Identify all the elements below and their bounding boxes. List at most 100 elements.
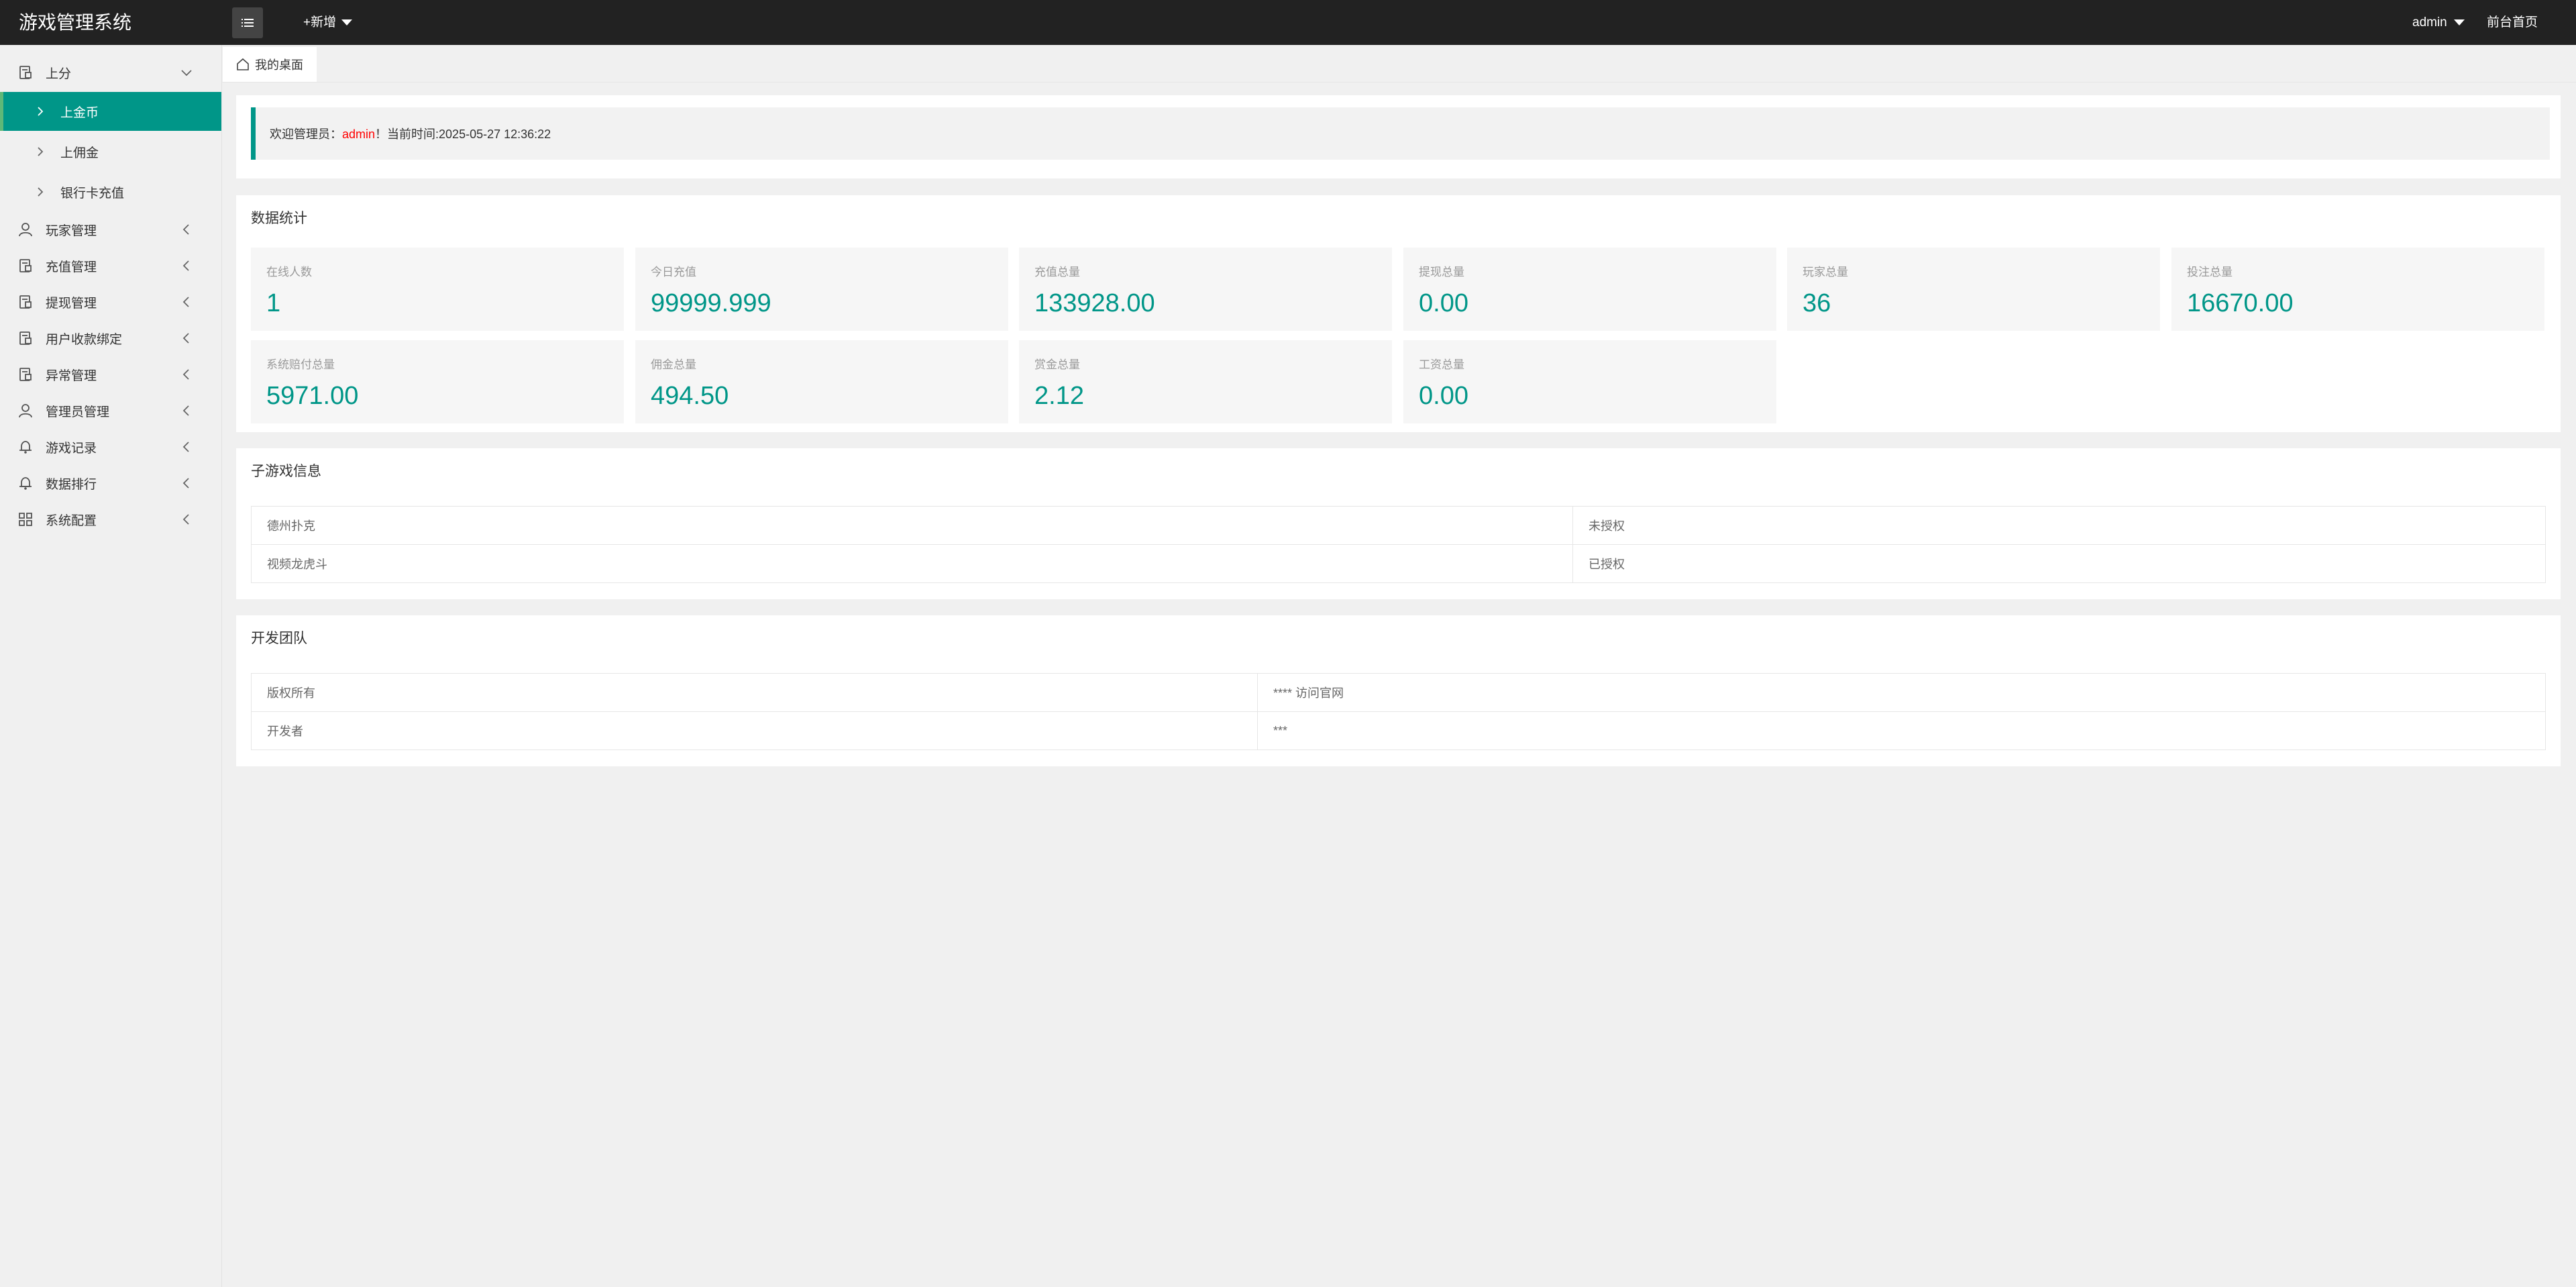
stats-card: 数据统计 在线人数 1 今日充值 99999.999 充值总量 133928.0… (236, 195, 2561, 432)
stat-total-players: 玩家总量 36 (1787, 248, 2160, 331)
team-value-link[interactable]: **** 访问官网 (1257, 673, 2546, 712)
tab-strip: 我的桌面 (222, 45, 2576, 83)
menu-toggle-button[interactable] (232, 7, 263, 38)
document-icon (19, 331, 32, 345)
table-row: 开发者 *** (251, 711, 2546, 750)
chevron-left-icon (182, 442, 189, 452)
caret-down-icon (341, 19, 353, 25)
chevron-left-icon (182, 369, 189, 380)
sidebar-item-label: 用户收款绑定 (46, 332, 123, 347)
team-value: *** (1257, 711, 2546, 750)
sidebar: 上分 上金币 上佣金 银行卡充值 玩家管理 充值管理 提现管理 用户收款绑定 异… (0, 45, 222, 1287)
stat-label: 充值总量 (1034, 266, 1080, 278)
caret-down-icon (2453, 19, 2465, 25)
user-icon (19, 404, 32, 418)
subgames-table: 德州扑克 未授权 视频龙虎斗 已授权 (251, 506, 2546, 583)
document-icon (19, 368, 32, 381)
chevron-right-icon (38, 147, 44, 156)
sidebar-item-label: 游戏记录 (46, 441, 97, 456)
stat-value: 36 (1803, 289, 1831, 317)
dev-team-table: 版权所有 **** 访问官网 开发者 *** (251, 673, 2546, 750)
dev-team-card: 开发团队 版权所有 **** 访问官网 开发者 *** (236, 615, 2561, 766)
sidebar-item-label: 系统配置 (46, 513, 97, 528)
table-row: 德州扑克 未授权 (251, 506, 2546, 545)
game-name: 德州扑克 (251, 506, 1573, 545)
stat-online-users: 在线人数 1 (251, 248, 624, 331)
app-title: 游戏管理系统 (19, 12, 132, 33)
welcome-time: ！当前时间:2025-05-27 12:36:22 (375, 127, 551, 141)
team-key: 版权所有 (251, 673, 1258, 712)
stat-total-commission: 佣金总量 494.50 (635, 340, 1008, 423)
game-status: 未授权 (1572, 506, 2546, 545)
game-status: 已授权 (1572, 544, 2546, 583)
sidebar-item-label: 数据排行 (46, 477, 97, 492)
front-home-link[interactable]: 前台首页 (2487, 0, 2538, 45)
sidebar-item-admins[interactable]: 管理员管理 (0, 393, 221, 429)
sidebar-item-label: 玩家管理 (46, 223, 97, 238)
stat-value: 5971.00 (266, 382, 359, 410)
stat-total-recharge: 充值总量 133928.00 (1019, 248, 1392, 331)
add-new-dropdown[interactable]: +新增 (303, 0, 353, 45)
document-icon (19, 66, 32, 79)
bell-icon (19, 441, 32, 454)
stat-value: 133928.00 (1034, 289, 1155, 317)
stat-total-bets: 投注总量 16670.00 (2171, 248, 2544, 331)
sidebar-item-players[interactable]: 玩家管理 (0, 211, 221, 248)
chevron-right-icon (38, 187, 44, 197)
stat-label: 投注总量 (2187, 266, 2233, 278)
sidebar-item-system-config[interactable]: 系统配置 (0, 501, 221, 537)
subgames-card: 子游戏信息 德州扑克 未授权 视频龙虎斗 已授权 (236, 448, 2561, 599)
sidebar-subitem-gold[interactable]: 上金币 (0, 92, 221, 131)
stat-label: 提现总量 (1419, 266, 1464, 278)
stat-today-recharge: 今日充值 99999.999 (635, 248, 1008, 331)
chevron-left-icon (182, 224, 189, 235)
sidebar-item-payment-binding[interactable]: 用户收款绑定 (0, 320, 221, 356)
sidebar-item-rankings[interactable]: 数据排行 (0, 465, 221, 501)
chevron-left-icon (182, 297, 189, 307)
stat-value: 0.00 (1419, 382, 1468, 410)
document-icon (19, 295, 32, 309)
admin-username: admin (2412, 15, 2447, 30)
sidebar-subitem-label: 银行卡充值 (60, 186, 125, 201)
chevron-left-icon (182, 260, 189, 271)
stat-label: 玩家总量 (1803, 266, 1848, 278)
stat-label: 佣金总量 (651, 358, 696, 371)
sidebar-item-withdraw[interactable]: 提现管理 (0, 284, 221, 320)
tab-my-desktop[interactable]: 我的桌面 (223, 47, 317, 82)
admin-user-dropdown[interactable]: admin (2412, 0, 2465, 45)
chevron-left-icon (182, 333, 189, 344)
sidebar-item-label: 上分 (46, 66, 72, 81)
chevron-left-icon (182, 405, 189, 416)
sidebar-item-game-records[interactable]: 游戏记录 (0, 429, 221, 465)
welcome-message: 欢迎管理员：admin！当前时间:2025-05-27 12:36:22 (251, 107, 2550, 160)
sidebar-subitem-label: 上金币 (60, 105, 99, 120)
game-name: 视频龙虎斗 (251, 544, 1573, 583)
stat-value: 1 (266, 289, 281, 317)
sidebar-subitem-commission[interactable]: 上佣金 (0, 132, 221, 171)
stat-value: 494.50 (651, 382, 729, 410)
sidebar-item-exceptions[interactable]: 异常管理 (0, 356, 221, 393)
sidebar-subitem-bankcard[interactable]: 银行卡充值 (0, 172, 221, 211)
sidebar-item-recharge[interactable]: 充值管理 (0, 248, 221, 284)
sidebar-item-label: 提现管理 (46, 296, 97, 311)
dev-team-title: 开发团队 (251, 631, 307, 646)
table-row: 版权所有 **** 访问官网 (251, 673, 2546, 712)
stat-system-payout: 系统赔付总量 5971.00 (251, 340, 624, 423)
stat-label: 今日充值 (651, 266, 696, 278)
chevron-down-icon (181, 70, 192, 76)
home-icon (237, 58, 249, 70)
bell-icon (19, 477, 32, 490)
subgames-title: 子游戏信息 (251, 464, 321, 479)
top-navbar: 游戏管理系统 +新增 admin 前台首页 (0, 0, 2576, 45)
list-icon (241, 19, 254, 27)
welcome-card: 欢迎管理员：admin！当前时间:2025-05-27 12:36:22 (236, 95, 2561, 178)
sidebar-item-label: 异常管理 (46, 368, 97, 383)
document-icon (19, 259, 32, 272)
sidebar-item-score[interactable]: 上分 (0, 54, 221, 91)
table-row: 视频龙虎斗 已授权 (251, 544, 2546, 583)
stat-total-salary: 工资总量 0.00 (1403, 340, 1776, 423)
chevron-left-icon (182, 478, 189, 488)
stat-label: 系统赔付总量 (266, 358, 335, 371)
sidebar-subitem-label: 上佣金 (60, 146, 99, 160)
sidebar-item-label: 充值管理 (46, 260, 97, 274)
